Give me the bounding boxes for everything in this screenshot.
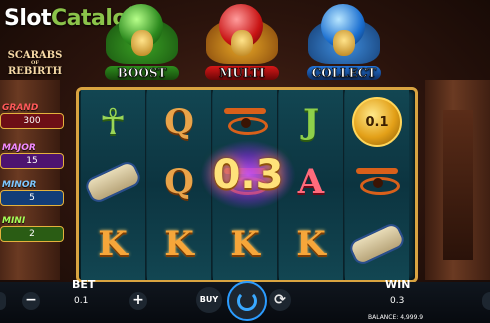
reel-5: 0.1 (345, 90, 409, 280)
jackpot-grand-value: 300 (0, 113, 64, 129)
feature-multi-label: MULTI (205, 66, 279, 80)
reel-symbol: K (81, 214, 145, 274)
bet-label: BET (72, 278, 96, 291)
boost-scarab-icon (131, 30, 153, 56)
balance-readout: BALANCE: 4,999.9 (368, 314, 424, 321)
autoplay-icon: ⟳ (274, 292, 286, 308)
scroll-icon (345, 214, 409, 274)
reel-symbol: Q (147, 92, 211, 152)
reel-1: ☥ K (81, 90, 146, 280)
buy-feature-button[interactable]: BUY (196, 287, 222, 313)
win-label: WIN (385, 278, 411, 291)
reel-symbol: K (279, 214, 343, 274)
reel-symbol: K (147, 214, 211, 274)
symbol-letter: A (297, 162, 325, 202)
logo-slot: Slot (4, 6, 52, 31)
jackpot-mini-value: 2 (0, 226, 64, 242)
autoplay-button[interactable]: ⟳ (269, 289, 291, 311)
multi-scarab-icon (231, 30, 253, 56)
feature-multi: MULTI (203, 0, 281, 88)
spin-icon (237, 291, 257, 311)
symbol-letter: Q (164, 162, 194, 202)
symbol-letter: Q (164, 102, 194, 142)
symbol-letter: K (230, 224, 260, 264)
win-value: 0.3 (390, 296, 405, 306)
jackpot-major-label: MAJOR (2, 143, 36, 153)
reel-symbol: K (213, 214, 277, 274)
symbol-letter: K (164, 224, 194, 264)
bet-value: 0.1 (74, 296, 89, 306)
feature-collect: COLLECT (305, 0, 383, 88)
coin-icon: 0.1 (345, 92, 409, 152)
feature-collect-label: COLLECT (307, 66, 381, 80)
bet-increase-button[interactable]: + (129, 292, 147, 310)
jackpot-major-value: 15 (0, 153, 64, 169)
spin-button[interactable] (227, 281, 267, 321)
game-title: SCARABS OF REBIRTH (6, 50, 64, 77)
jackpot-minor-value: 5 (0, 190, 64, 206)
scroll-icon (81, 152, 145, 212)
jackpot-mini-label: MINI (2, 216, 26, 226)
symbol-letter: K (98, 224, 128, 264)
eye-of-horus-icon (345, 152, 409, 212)
info-button[interactable] (482, 292, 490, 310)
coin-value: 0.1 (352, 97, 402, 147)
win-amount-overlay: 0.3 (212, 152, 284, 198)
jackpot-minor-label: MINOR (2, 180, 37, 190)
game-scene: SlotCatalog .com SCARABS OF REBIRTH GRAN… (0, 0, 490, 323)
collect-scarab-icon (333, 30, 355, 56)
jackpot-grand-label: GRAND (2, 103, 39, 113)
right-pillar (425, 80, 490, 280)
bet-decrease-button[interactable]: − (22, 292, 40, 310)
feature-boost-label: BOOST (105, 66, 179, 80)
feature-boost: BOOST (103, 0, 181, 88)
symbol-letter: K (296, 224, 326, 264)
ankh-icon: ☥ (99, 101, 127, 143)
game-title-line2: REBIRTH (7, 66, 63, 77)
reel-symbol: J (279, 92, 343, 152)
symbol-letter: J (302, 102, 320, 142)
